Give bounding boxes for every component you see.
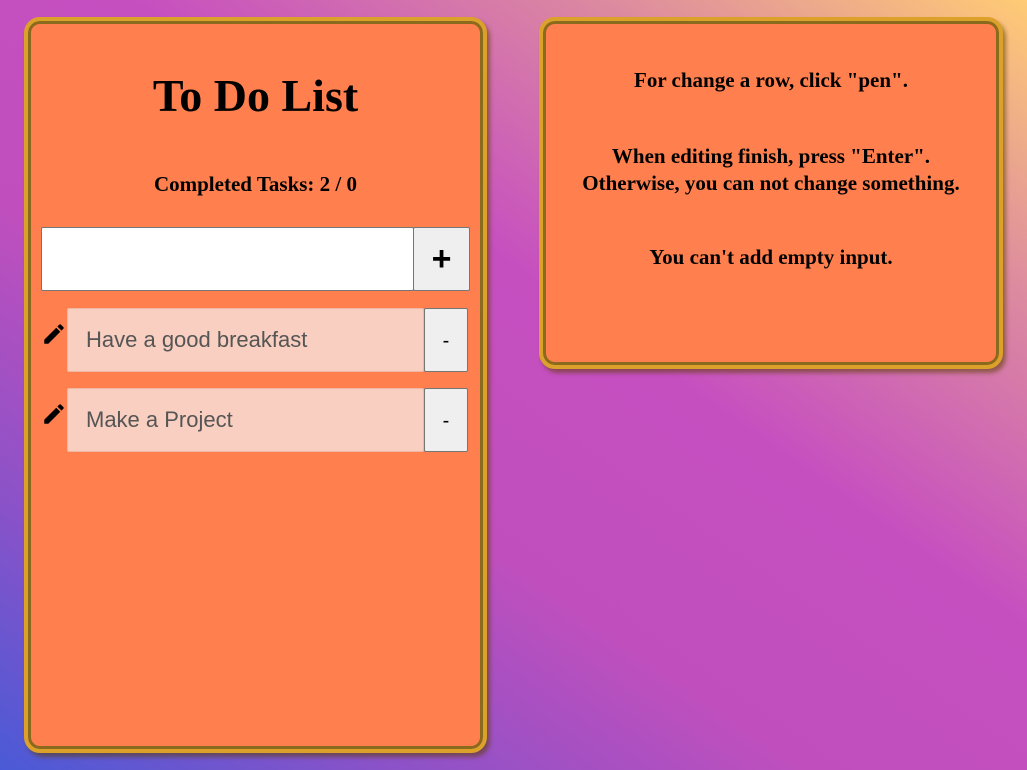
new-task-input[interactable] xyxy=(41,227,414,291)
pen-icon[interactable] xyxy=(41,401,67,427)
instruction-otherwise: Otherwise, you can not change something. xyxy=(582,171,960,195)
remove-task-button[interactable]: - xyxy=(424,308,468,372)
instruction-empty-input: You can't add empty input. xyxy=(649,245,893,269)
remove-task-button[interactable]: - xyxy=(424,388,468,452)
instruction-finish-editing: When editing finish, press "Enter". xyxy=(611,144,931,168)
instructions-panel: For change a row, click "pen". When edit… xyxy=(539,17,1003,369)
todo-panel: To Do List Completed Tasks: 2 / 0 + Have… xyxy=(24,17,487,753)
completed-tasks-counter: Completed Tasks: 2 / 0 xyxy=(153,172,358,196)
task-text[interactable]: Make a Project xyxy=(67,388,424,452)
page-title: To Do List xyxy=(152,70,359,121)
add-task-button[interactable]: + xyxy=(413,227,470,291)
task-item: Have a good breakfast - xyxy=(41,308,471,372)
task-item: Make a Project - xyxy=(41,388,471,452)
task-text[interactable]: Have a good breakfast xyxy=(67,308,424,372)
pen-icon[interactable] xyxy=(41,321,67,347)
instruction-edit-row: For change a row, click "pen". xyxy=(634,68,908,92)
